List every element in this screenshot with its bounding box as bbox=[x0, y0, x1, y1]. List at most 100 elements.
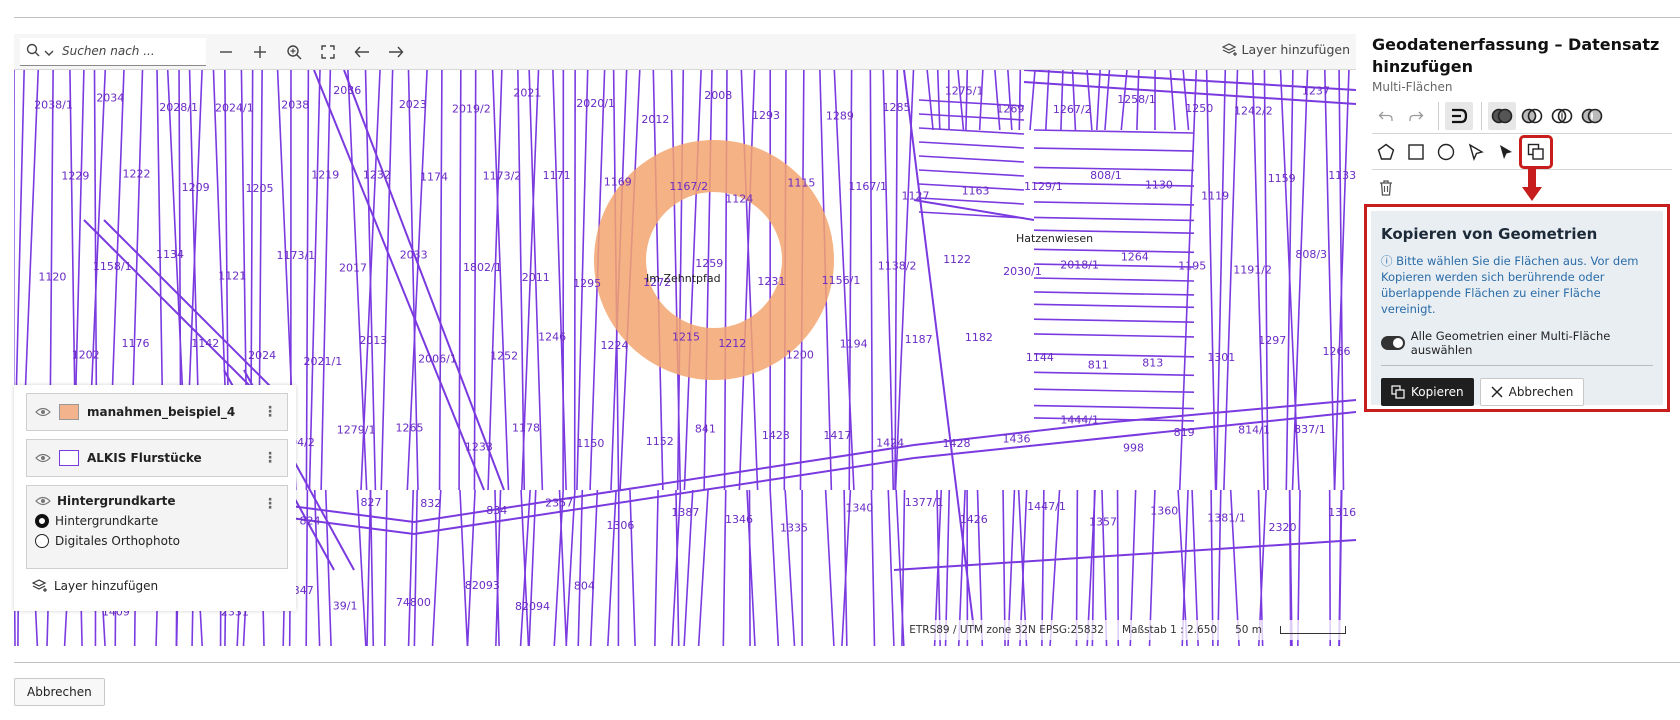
delete-button[interactable] bbox=[1372, 174, 1400, 202]
copy-icon bbox=[1527, 143, 1544, 160]
parcel-label: 1297 bbox=[1258, 334, 1286, 347]
draw-rectangle-button[interactable] bbox=[1402, 138, 1430, 166]
parcel-label: 82093 bbox=[465, 579, 500, 592]
layer-item-alkis[interactable]: ALKIS Flurstücke ⋮ bbox=[26, 439, 288, 477]
copy-geometry-button[interactable] bbox=[1519, 134, 1553, 169]
eye-icon[interactable] bbox=[35, 452, 51, 464]
legend-add-layer-button[interactable]: Layer hinzufügen bbox=[32, 579, 288, 593]
zoom-in-button[interactable] bbox=[246, 38, 274, 66]
draw-polygon-button[interactable] bbox=[1372, 138, 1400, 166]
eye-icon[interactable] bbox=[35, 406, 51, 418]
pointer-filled-icon bbox=[1500, 144, 1512, 159]
select-all-toggle-row[interactable]: Alle Geometrien einer Multi-Fläche auswä… bbox=[1381, 329, 1653, 366]
parcel-label: 1195 bbox=[1178, 259, 1206, 272]
kebab-menu-icon[interactable]: ⋮ bbox=[263, 496, 277, 512]
layer-item-manahmen[interactable]: manahmen_beispiel_4 ⋮ bbox=[26, 393, 288, 431]
parcel-label: 811 bbox=[1088, 358, 1109, 371]
parcel-label: 1381/1 bbox=[1207, 511, 1246, 524]
search-box[interactable]: Suchen nach ... bbox=[20, 37, 206, 66]
scale-bar-label: 50 m bbox=[1235, 624, 1262, 636]
parcel-label: 1209 bbox=[182, 181, 210, 194]
zoom-out-button[interactable] bbox=[212, 38, 240, 66]
cancel-button[interactable]: Abbrechen bbox=[14, 678, 105, 706]
parcel-label: 2024 bbox=[248, 349, 276, 362]
parcel-label: 1194 bbox=[840, 338, 868, 351]
parcel-label: 82094 bbox=[515, 600, 550, 613]
parcel-label: 813 bbox=[1142, 356, 1163, 369]
parcel-label: 1163 bbox=[962, 184, 990, 197]
parcel-label: 2021 bbox=[513, 87, 541, 100]
parcel-label: 1428 bbox=[943, 437, 971, 450]
difference-icon bbox=[1521, 108, 1543, 123]
parcel-label: 1293 bbox=[752, 109, 780, 122]
parcel-label: 1152 bbox=[646, 435, 674, 448]
search-icon[interactable] bbox=[26, 42, 40, 61]
forward-button[interactable] bbox=[382, 38, 410, 66]
layer-group-background: Hintergrundkarte ⋮ Hintergrundkarte Digi… bbox=[26, 485, 288, 569]
difference-button[interactable] bbox=[1518, 102, 1546, 130]
undo-button[interactable] bbox=[1372, 102, 1400, 130]
minus-icon bbox=[220, 50, 232, 53]
chevron-down-icon[interactable] bbox=[44, 42, 54, 61]
modify-button[interactable] bbox=[1492, 138, 1520, 166]
parcel-label: 834 bbox=[486, 504, 507, 517]
layer-name: manahmen_beispiel_4 bbox=[87, 405, 236, 419]
parcel-label: 1426 bbox=[960, 513, 988, 526]
redo-button[interactable] bbox=[1402, 102, 1430, 130]
draw-circle-button[interactable] bbox=[1432, 138, 1460, 166]
fullscreen-button[interactable] bbox=[314, 38, 342, 66]
polygon-icon bbox=[1377, 143, 1395, 160]
parcel-label: 1191/2 bbox=[1233, 264, 1272, 277]
union-button[interactable] bbox=[1488, 101, 1516, 130]
parcel-label: 1447/1 bbox=[1027, 500, 1066, 513]
layer-swatch bbox=[59, 450, 79, 466]
magnifier-plus-icon bbox=[287, 44, 302, 59]
snap-button[interactable] bbox=[1445, 101, 1473, 130]
parcel-label: 1289 bbox=[826, 109, 854, 122]
radio-unselected-icon[interactable] bbox=[35, 534, 49, 548]
panel-subtitle: Multi-Flächen bbox=[1372, 80, 1453, 94]
select-button[interactable] bbox=[1462, 138, 1490, 166]
parcel-label: 1124 bbox=[725, 193, 753, 206]
kebab-menu-icon[interactable]: ⋮ bbox=[263, 450, 277, 466]
parcel-label: 2028/1 bbox=[159, 101, 198, 114]
zoom-area-button[interactable] bbox=[280, 38, 308, 66]
select-all-toggle-label: Alle Geometrien einer Multi-Fläche auswä… bbox=[1410, 329, 1611, 357]
parcel-label: 1233 bbox=[465, 440, 493, 453]
parcel-label: 1144 bbox=[1026, 351, 1054, 364]
parcel-label: 1357 bbox=[1089, 515, 1117, 528]
xor-button[interactable] bbox=[1578, 102, 1606, 130]
parcel-label: 1335 bbox=[780, 521, 808, 534]
parcel-label: 2020/1 bbox=[576, 97, 615, 110]
parcel-label: 1115 bbox=[787, 177, 815, 190]
parcel-label: 1360 bbox=[1150, 505, 1178, 518]
copy-icon bbox=[1391, 385, 1405, 399]
parcel-label: 1187 bbox=[905, 333, 933, 346]
parcel-label: 1306 bbox=[606, 519, 634, 532]
parcel-label: 2017 bbox=[339, 261, 367, 274]
search-input[interactable]: Suchen nach ... bbox=[62, 44, 155, 58]
map-toolbar: Suchen nach ... Layer hinzufügen bbox=[14, 34, 1356, 70]
parcel-label: 1267/2 bbox=[1053, 103, 1092, 116]
back-button[interactable] bbox=[348, 38, 376, 66]
parcel-label: 998 bbox=[1123, 442, 1144, 455]
parcel-label: 2008 bbox=[704, 89, 732, 102]
copy-cancel-button[interactable]: Abbrechen bbox=[1479, 378, 1585, 406]
fullscreen-icon bbox=[321, 44, 335, 59]
parcel-label: 1173/1 bbox=[276, 249, 315, 262]
parcel-label: 1173/2 bbox=[483, 169, 522, 182]
intersection-button[interactable] bbox=[1548, 102, 1576, 130]
radio-option-hintergrundkarte[interactable]: Hintergrundkarte bbox=[35, 514, 158, 528]
eye-icon[interactable] bbox=[35, 495, 51, 507]
copy-confirm-button[interactable]: Kopieren bbox=[1381, 378, 1474, 406]
magnet-icon bbox=[1452, 108, 1468, 123]
kebab-menu-icon[interactable]: ⋮ bbox=[263, 404, 277, 420]
parcel-label: 1130 bbox=[1145, 179, 1173, 192]
radio-selected-icon[interactable] bbox=[35, 514, 49, 528]
add-layer-button[interactable]: Layer hinzufügen bbox=[1221, 42, 1350, 57]
select-all-toggle[interactable] bbox=[1381, 336, 1405, 350]
radio-option-orthophoto[interactable]: Digitales Orthophoto bbox=[35, 534, 180, 548]
parcel-label: 1222 bbox=[123, 168, 151, 181]
parcel-label: 1150 bbox=[576, 437, 604, 450]
bottom-divider bbox=[14, 662, 1680, 663]
